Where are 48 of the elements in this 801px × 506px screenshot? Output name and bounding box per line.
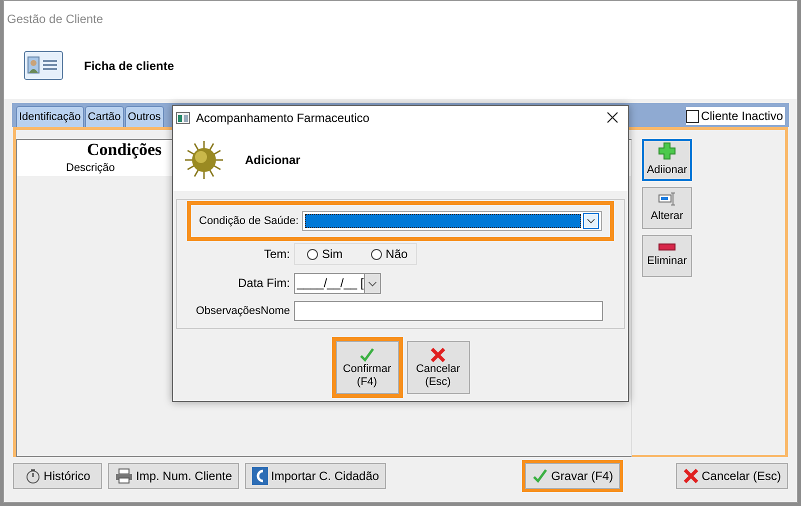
virus-icon — [183, 139, 225, 181]
input-field[interactable] — [294, 301, 603, 321]
close-icon[interactable] — [607, 112, 618, 123]
dialog-button[interactable]: Confirmar (F4) — [336, 341, 398, 394]
chevron-down-icon — [364, 274, 380, 292]
chevron-down-icon — [583, 213, 599, 229]
header-title: Ficha de cliente — [84, 58, 174, 74]
window-title: Gestão de Cliente — [6, 11, 104, 28]
field-label: Data Fim: — [236, 275, 291, 292]
footer-button[interactable]: Imp. Num. Cliente — [108, 463, 240, 489]
window-icon — [176, 112, 190, 124]
tab[interactable]: Identificação — [16, 106, 84, 127]
card-icon — [252, 467, 268, 485]
check-icon — [359, 346, 375, 362]
text-field-icon — [658, 192, 676, 206]
radio-button[interactable] — [370, 248, 382, 260]
minus-icon — [658, 242, 676, 251]
stopwatch-icon — [24, 468, 41, 484]
field-label: Tem: — [262, 246, 291, 263]
footer-button[interactable]: Cancelar (Esc) — [676, 463, 788, 489]
close-icon — [682, 468, 699, 484]
field-label: Condição de Saúde: — [199, 214, 300, 229]
close-icon — [430, 346, 446, 362]
printer-icon — [115, 468, 133, 484]
radio-label: Não — [386, 246, 408, 263]
tab[interactable]: Cartão — [84, 106, 124, 127]
date-field[interactable]: ____/__/__ [ — [294, 272, 381, 294]
checkbox-label: Cliente Inactivo — [700, 108, 783, 125]
radio-button[interactable] — [307, 248, 318, 260]
check-icon — [532, 468, 548, 484]
footer-button[interactable]: Gravar (F4) — [525, 463, 620, 489]
side-button[interactable]: Alterar — [642, 187, 692, 229]
list-title: Condições — [87, 140, 162, 160]
id-card-icon — [24, 51, 63, 80]
dialog-heading: Adicionar — [245, 152, 300, 169]
footer-button[interactable]: Histórico — [13, 463, 102, 489]
dialog-button[interactable]: Cancelar (Esc) — [406, 341, 470, 394]
field-label: ObservaçõesNome — [194, 304, 291, 319]
footer-button[interactable]: Importar C. Cidadão — [245, 463, 386, 489]
checkbox[interactable] — [686, 110, 699, 122]
select-field[interactable] — [302, 211, 602, 231]
dialog-title: Acompanhamento Farmaceutico — [196, 110, 370, 126]
side-button[interactable]: Eliminar — [642, 235, 692, 277]
plus-icon — [658, 142, 676, 160]
tab[interactable]: Outros — [124, 106, 164, 127]
side-button[interactable]: Adiionar — [642, 139, 692, 181]
column-header: Descrição — [66, 161, 115, 176]
radio-label: Sim — [322, 246, 343, 263]
